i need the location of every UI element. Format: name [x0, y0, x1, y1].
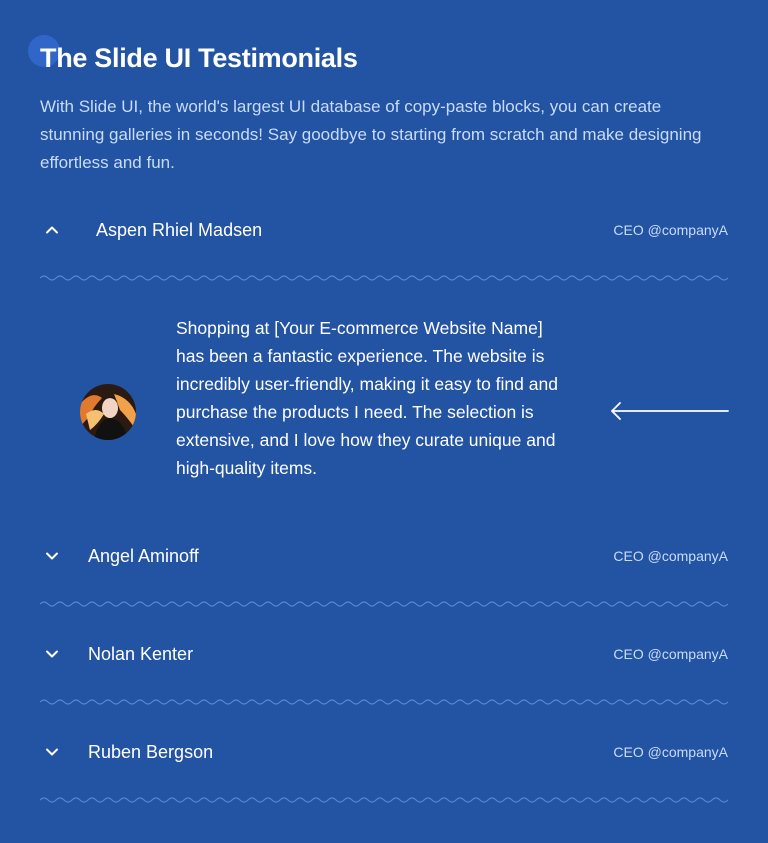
testimonial-header-angel[interactable]: Angel Aminoff CEO @companyA	[40, 536, 728, 576]
chevron-down-icon[interactable]	[40, 740, 64, 764]
wavy-divider	[40, 699, 728, 705]
wavy-divider	[40, 601, 728, 607]
testimonial-role: CEO @companyA	[613, 646, 728, 662]
wavy-divider	[40, 797, 728, 803]
testimonial-name: Aspen Rhiel Madsen	[96, 219, 263, 240]
testimonial-role: CEO @companyA	[613, 744, 728, 760]
page-title: The Slide UI Testimonials	[40, 43, 358, 73]
testimonial-role: CEO @companyA	[613, 222, 728, 238]
chevron-up-icon[interactable]	[40, 218, 64, 242]
wavy-divider	[40, 275, 728, 281]
arrow-left-icon[interactable]	[610, 400, 730, 422]
testimonial-role: CEO @companyA	[613, 548, 728, 564]
testimonial-name: Angel Aminoff	[88, 545, 199, 566]
testimonial-header-ruben[interactable]: Ruben Bergson CEO @companyA	[40, 732, 728, 772]
page-intro: With Slide UI, the world's largest UI da…	[40, 97, 702, 172]
testimonial-quote: Shopping at [Your E-commerce Website Nam…	[176, 318, 558, 478]
chevron-down-icon[interactable]	[40, 642, 64, 666]
avatar	[80, 384, 136, 440]
chevron-down-icon[interactable]	[40, 544, 64, 568]
testimonial-header-aspen[interactable]: Aspen Rhiel Madsen CEO @companyA	[40, 210, 728, 250]
testimonial-header-nolan[interactable]: Nolan Kenter CEO @companyA	[40, 634, 728, 674]
testimonial-name: Nolan Kenter	[88, 643, 194, 664]
testimonial-name: Ruben Bergson	[88, 741, 214, 762]
